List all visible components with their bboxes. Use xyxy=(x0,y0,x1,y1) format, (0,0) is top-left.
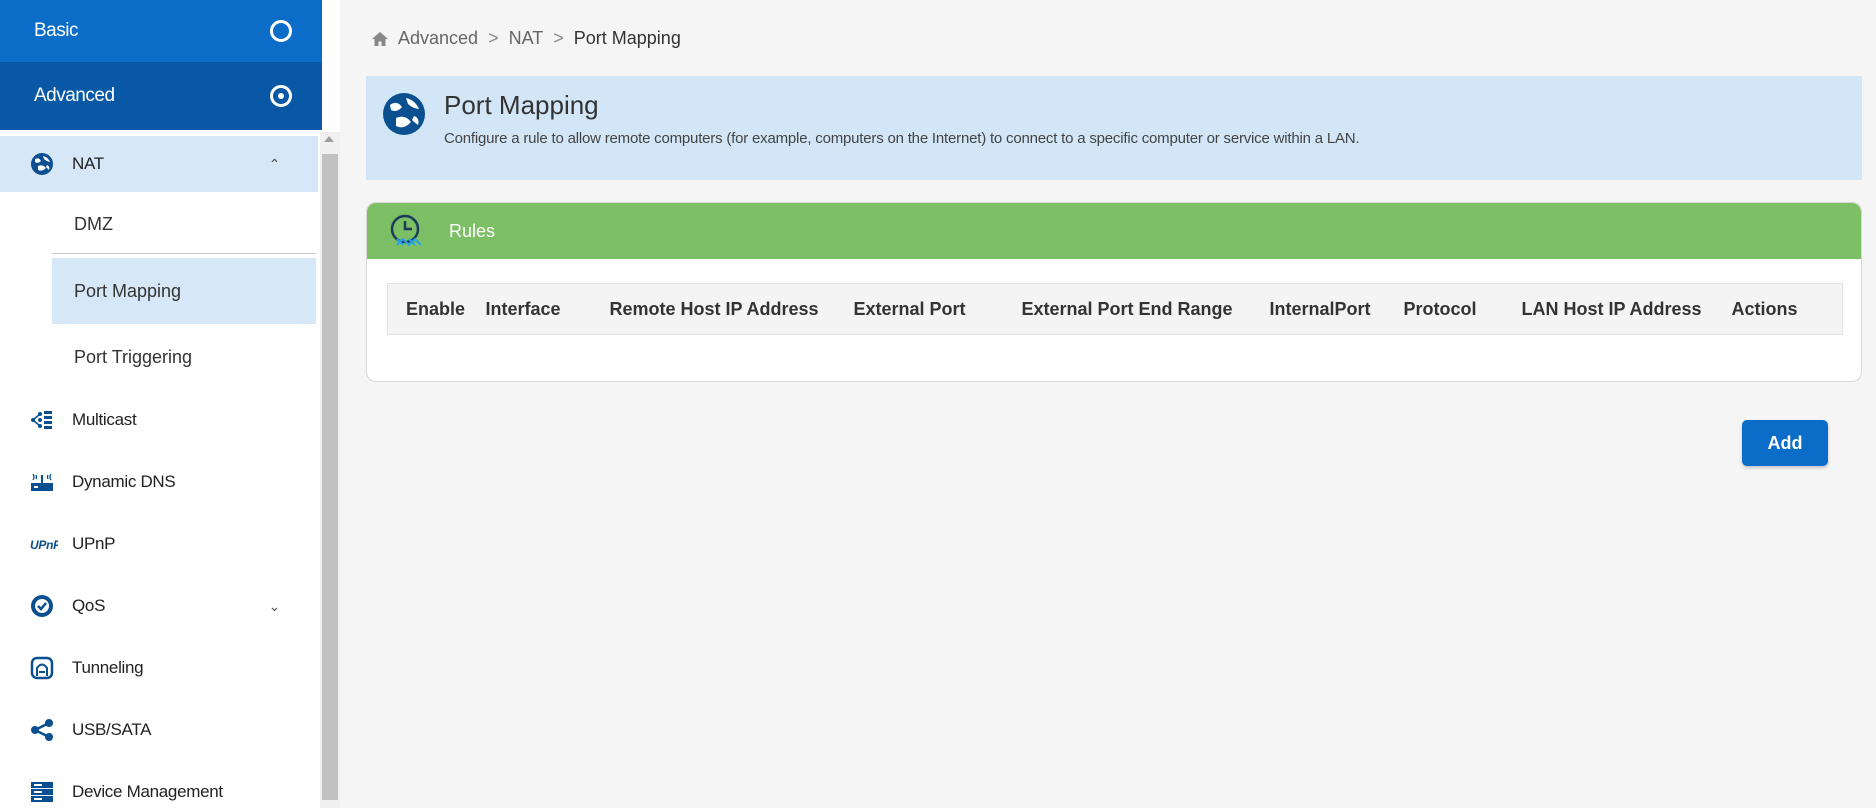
share-icon xyxy=(30,718,54,742)
table-header-row: Enable Interface Remote Host IP Address … xyxy=(388,284,1843,335)
column-header-interface: Interface xyxy=(485,298,561,319)
sidebar-subitem-label: Port Mapping xyxy=(74,280,182,301)
scrollbar-thumb[interactable] xyxy=(322,154,338,800)
sidebar-item-dynamic-dns[interactable]: Dynamic DNS xyxy=(0,454,318,510)
page-description: Configure a rule to allow remote compute… xyxy=(444,130,1360,147)
breadcrumb-separator: > xyxy=(553,28,564,48)
column-header-remote-host-ip: Remote Host IP Address xyxy=(609,298,819,319)
svg-text:UPnP: UPnP xyxy=(30,538,58,552)
sidebar-item-label: Multicast xyxy=(72,410,137,429)
column-header-actions: Actions xyxy=(1731,298,1798,319)
chevron-down-icon: ⌄ xyxy=(268,597,281,614)
sidebar-advanced-header[interactable]: Advanced xyxy=(0,62,322,130)
server-icon xyxy=(30,780,54,804)
page-title: Port Mapping xyxy=(444,90,599,120)
sidebar-item-label: USB/SATA xyxy=(72,720,152,739)
sidebar-subitem-label: Port Triggering xyxy=(74,346,193,367)
sidebar-item-label: NAT xyxy=(72,154,104,173)
sidebar-scrollbar[interactable] xyxy=(320,132,340,808)
sidebar-basic-header[interactable]: Basic xyxy=(0,0,322,62)
sidebar-item-label: Device Management xyxy=(72,782,223,801)
sidebar-item-qos[interactable]: QoS ⌄ xyxy=(0,578,318,634)
column-header-lan-host-ip: LAN Host IP Address xyxy=(1521,298,1702,319)
column-header-external-port: External Port xyxy=(853,298,966,319)
column-header-external-port-end-range: External Port End Range xyxy=(1021,298,1233,319)
radio-circle-icon xyxy=(270,20,292,42)
dynamic-dns-icon xyxy=(30,470,54,494)
globe-icon xyxy=(30,152,54,176)
radio-selected-icon xyxy=(270,85,292,107)
breadcrumb-advanced[interactable]: Advanced xyxy=(398,28,478,49)
sidebar-item-device-management[interactable]: Device Management xyxy=(0,764,318,808)
breadcrumb-separator: > xyxy=(488,28,499,48)
home-icon[interactable] xyxy=(372,31,388,46)
page-header-banner: Port Mapping Configure a rule to allow r… xyxy=(366,76,1862,180)
add-button[interactable]: Add xyxy=(1742,420,1828,466)
rules-table: Enable Interface Remote Host IP Address … xyxy=(387,283,1843,335)
rules-icon xyxy=(390,214,422,247)
sidebar-item-label: QoS xyxy=(72,596,106,615)
sidebar-item-label: Tunneling xyxy=(72,658,144,677)
sidebar-item-label: Dynamic DNS xyxy=(72,472,176,491)
multicast-icon xyxy=(30,408,54,432)
breadcrumb-current: Port Mapping xyxy=(573,28,681,48)
sidebar-subitem-port-mapping[interactable]: Port Mapping xyxy=(52,258,316,324)
sidebar-basic-label: Basic xyxy=(34,20,78,41)
rules-panel: Rules Enable Interface Remote Host IP Ad… xyxy=(366,202,1862,382)
column-header-protocol: Protocol xyxy=(1403,298,1477,319)
sidebar-item-upnp[interactable]: UPnP UPnP xyxy=(0,516,318,572)
sidebar: Basic Advanced NAT ⌃ DMZ Port Mapping Po… xyxy=(0,0,340,808)
chevron-up-icon: ⌃ xyxy=(268,155,281,172)
sidebar-subitem-label: DMZ xyxy=(74,214,113,234)
upnp-icon: UPnP xyxy=(30,532,58,556)
column-header-internal-port: InternalPort xyxy=(1269,298,1371,319)
sidebar-item-label: UPnP xyxy=(72,534,116,553)
sidebar-item-multicast[interactable]: Multicast xyxy=(0,392,318,448)
breadcrumb: Advanced > NAT > Port Mapping xyxy=(372,28,681,49)
rules-title: Rules xyxy=(449,221,496,241)
tunneling-icon xyxy=(30,656,54,680)
sidebar-advanced-label: Advanced xyxy=(34,85,115,106)
scroll-up-icon[interactable] xyxy=(324,136,334,142)
sidebar-subitem-dmz[interactable]: DMZ xyxy=(52,196,316,254)
qos-icon xyxy=(30,594,54,618)
sidebar-item-nat[interactable]: NAT ⌃ xyxy=(0,136,318,192)
sidebar-subitem-port-triggering[interactable]: Port Triggering xyxy=(52,328,316,386)
sidebar-item-usb-sata[interactable]: USB/SATA xyxy=(0,702,318,758)
column-header-enable: Enable xyxy=(406,298,466,319)
globe-icon xyxy=(383,93,425,135)
sidebar-item-tunneling[interactable]: Tunneling xyxy=(0,640,318,696)
breadcrumb-nat[interactable]: NAT xyxy=(509,28,544,49)
rules-panel-header: Rules xyxy=(367,203,1861,259)
